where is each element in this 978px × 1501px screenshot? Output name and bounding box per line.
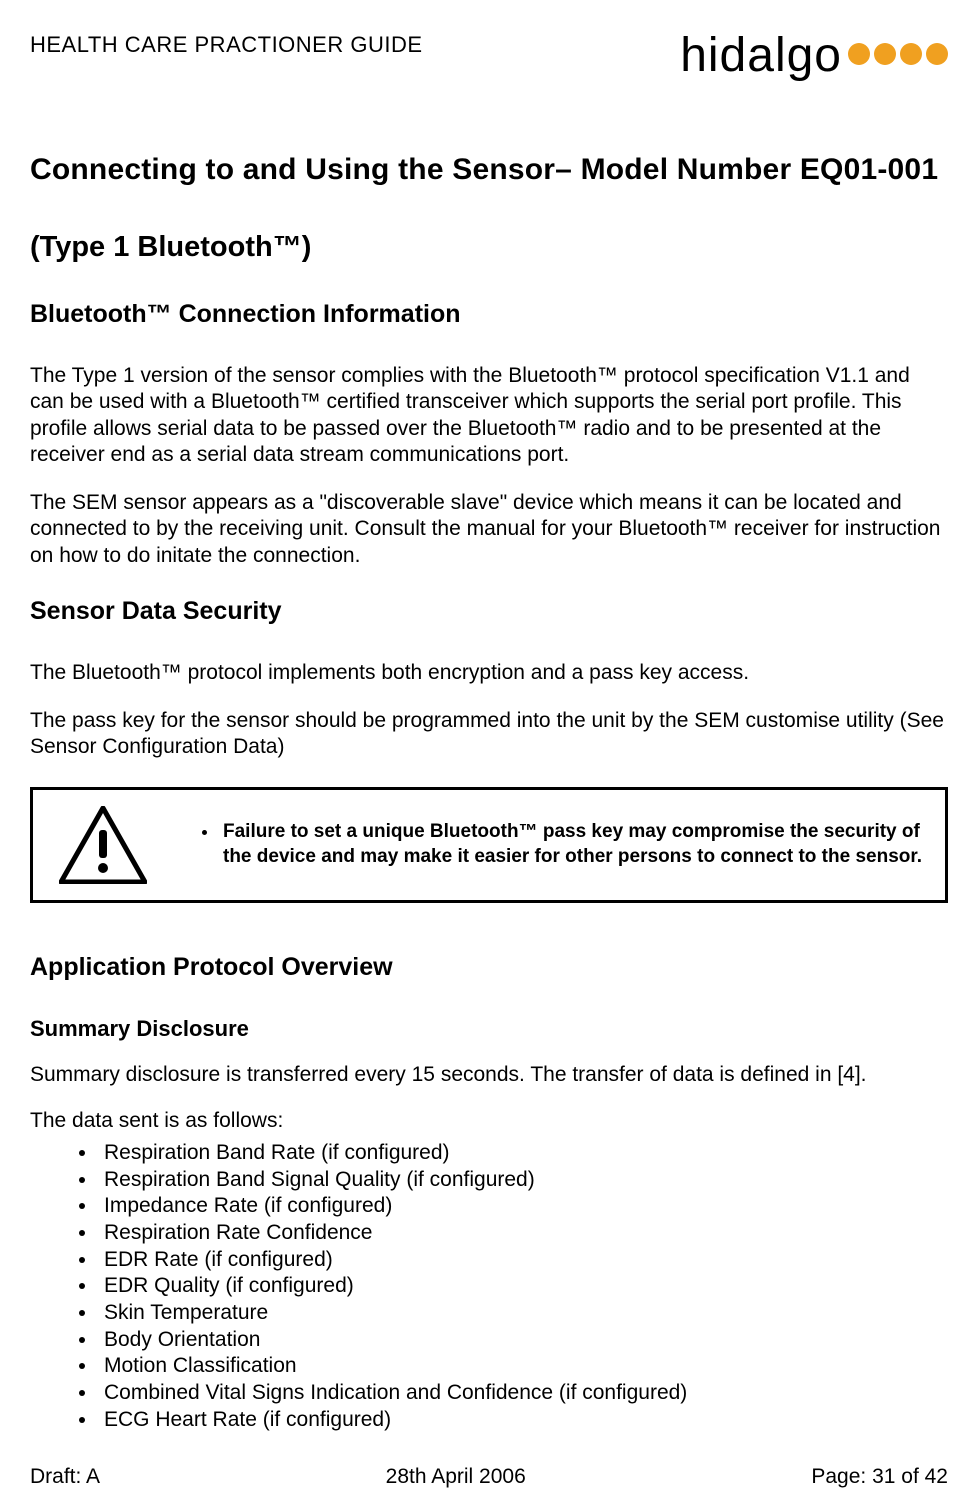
warning-text: Failure to set a unique Bluetooth™ pass …: [219, 820, 929, 869]
list-item: Respiration Band Rate (if configured): [98, 1140, 948, 1167]
warning-callout: Failure to set a unique Bluetooth™ pass …: [30, 787, 948, 903]
list-item: EDR Rate (if configured): [98, 1247, 948, 1274]
footer-page: Page: 31 of 42: [811, 1465, 948, 1489]
body-paragraph: The pass key for the sensor should be pr…: [30, 708, 948, 761]
section-heading-connection: Bluetooth™ Connection Information: [30, 300, 948, 329]
page-title: Connecting to and Using the Sensor– Mode…: [30, 153, 948, 187]
dot-icon: [926, 43, 948, 65]
subsection-heading-summary: Summary Disclosure: [30, 1016, 948, 1042]
dot-icon: [900, 43, 922, 65]
brand-name: hidalgo: [680, 28, 842, 83]
list-item: Respiration Rate Confidence: [98, 1220, 948, 1247]
list-item: Respiration Band Signal Quality (if conf…: [98, 1167, 948, 1194]
list-item: Impedance Rate (if configured): [98, 1193, 948, 1220]
page-subtitle: (Type 1 Bluetooth™): [30, 231, 948, 264]
dot-icon: [874, 43, 896, 65]
summary-data-list: Respiration Band Rate (if configured) Re…: [30, 1140, 948, 1433]
header: HEALTH CARE PRACTIONER GUIDE hidalgo: [30, 28, 948, 83]
body-paragraph: The Type 1 version of the sensor complie…: [30, 363, 948, 468]
list-item: Combined Vital Signs Indication and Conf…: [98, 1380, 948, 1407]
list-item: Body Orientation: [98, 1327, 948, 1354]
brand-logo: hidalgo: [680, 28, 948, 83]
body-paragraph: Summary disclosure is transferred every …: [30, 1062, 948, 1088]
dot-icon: [848, 43, 870, 65]
list-item: Skin Temperature: [98, 1300, 948, 1327]
body-paragraph: The SEM sensor appears as a "discoverabl…: [30, 490, 948, 569]
list-item: EDR Quality (if configured): [98, 1273, 948, 1300]
section-heading-protocol: Application Protocol Overview: [30, 953, 948, 982]
footer-date: 28th April 2006: [386, 1465, 526, 1489]
list-item: ECG Heart Rate (if configured): [98, 1407, 948, 1434]
list-item: Motion Classification: [98, 1353, 948, 1380]
footer: Draft: A 28th April 2006 Page: 31 of 42: [30, 1453, 948, 1489]
brand-dots: [848, 43, 948, 69]
footer-draft: Draft: A: [30, 1465, 100, 1489]
body-paragraph: The data sent is as follows:: [30, 1108, 948, 1134]
section-heading-security: Sensor Data Security: [30, 597, 948, 626]
body-paragraph: The Bluetooth™ protocol implements both …: [30, 660, 948, 686]
doc-title: HEALTH CARE PRACTIONER GUIDE: [30, 28, 423, 58]
warning-icon: [43, 806, 163, 884]
